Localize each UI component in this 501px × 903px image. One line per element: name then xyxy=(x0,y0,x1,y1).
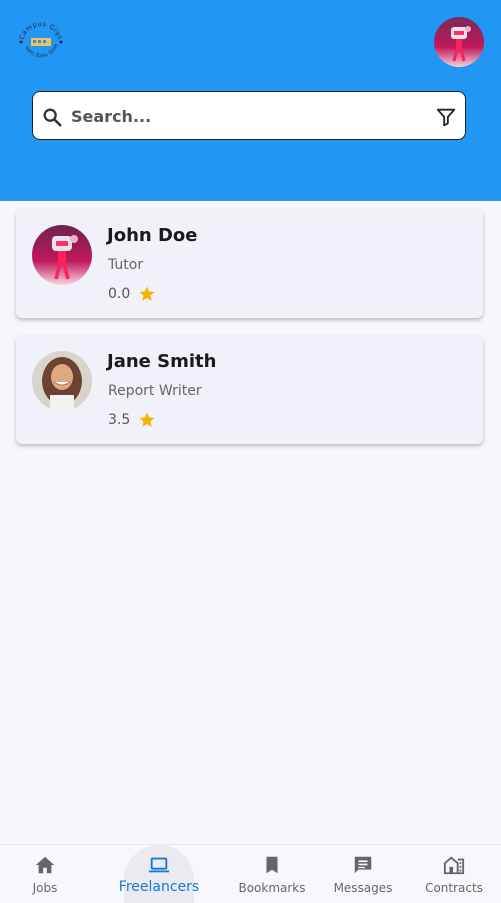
nav-item-messages[interactable]: Messages xyxy=(318,845,408,903)
bottom-navigation: Jobs Freelancers Bookmarks Messages Cont… xyxy=(0,844,501,903)
freelancer-role: Tutor xyxy=(108,257,144,273)
message-icon xyxy=(354,856,372,874)
search-box xyxy=(32,91,466,140)
bookmark-icon xyxy=(266,856,278,874)
freelancer-name: John Doe xyxy=(107,225,198,246)
home-icon xyxy=(35,856,55,874)
freelancer-card[interactable]: Jane Smith Report Writer 3.5 xyxy=(16,336,483,444)
search-input[interactable] xyxy=(71,101,421,131)
freelancer-card[interactable]: John Doe Tutor 0.0 xyxy=(16,210,483,318)
header: Campus Gigs Learn, Earn, Grow xyxy=(0,0,501,201)
nav-label: Contracts xyxy=(425,881,483,895)
nav-item-jobs[interactable]: Jobs xyxy=(0,845,90,903)
nav-item-freelancers[interactable]: Freelancers xyxy=(114,845,204,903)
avatar xyxy=(32,225,92,285)
nav-label: Freelancers xyxy=(118,879,200,895)
laptop-icon xyxy=(148,857,170,873)
app: Campus Gigs Learn, Earn, Grow xyxy=(0,0,501,903)
nav-item-bookmarks[interactable]: Bookmarks xyxy=(227,845,317,903)
nav-item-contracts[interactable]: Contracts xyxy=(409,845,499,903)
filter-icon[interactable] xyxy=(435,106,457,128)
freelancer-name: Jane Smith xyxy=(107,351,217,372)
nav-label: Jobs xyxy=(32,881,58,895)
avatar xyxy=(32,351,92,411)
star-icon xyxy=(139,412,155,427)
freelancer-rating: 3.5 xyxy=(108,411,156,429)
nav-label: Bookmarks xyxy=(238,881,306,895)
freelancer-role: Report Writer xyxy=(108,383,202,399)
nav-label: Messages xyxy=(333,881,393,895)
user-avatar[interactable] xyxy=(434,17,484,67)
contracts-icon xyxy=(443,856,465,875)
rating-value: 3.5 xyxy=(108,412,131,428)
star-icon xyxy=(139,286,155,301)
rating-value: 0.0 xyxy=(108,286,131,302)
search-icon xyxy=(43,108,62,127)
campus-gigs-logo: Campus Gigs Learn, Earn, Grow xyxy=(15,16,67,68)
freelancer-rating: 0.0 xyxy=(108,285,156,303)
